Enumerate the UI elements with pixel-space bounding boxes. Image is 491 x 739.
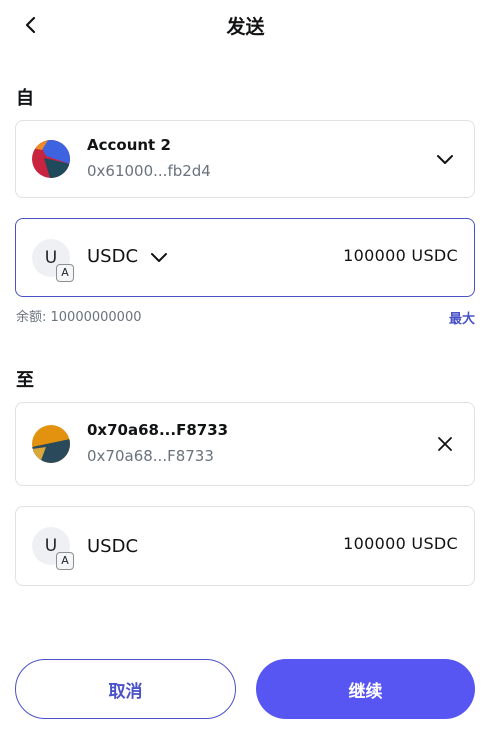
account-address: 0x61000...fb2d4 — [87, 162, 211, 180]
recipient-avatar — [32, 425, 70, 463]
balance-text: 余额: 10000000000 — [16, 310, 142, 325]
clear-recipient-button[interactable] — [432, 431, 458, 457]
amount-input[interactable]: 100000 USDC — [343, 246, 458, 265]
account-avatar — [32, 140, 70, 178]
token-selector-button[interactable] — [146, 244, 172, 270]
recipient-name: 0x70a68...F8733 — [87, 421, 229, 439]
page-title: 发送 — [226, 16, 265, 38]
from-label: 自 — [16, 88, 34, 109]
asset-amount-field[interactable]: U A USDC 100000 USDC — [15, 218, 475, 297]
token-icon: U A — [32, 239, 74, 282]
receive-amount: 100000 USDC — [343, 534, 458, 553]
chevron-down-icon — [437, 155, 453, 164]
receive-network-badge: A — [56, 552, 74, 570]
receive-asset-field: U A USDC 100000 USDC — [15, 506, 475, 586]
account-name: Account 2 — [87, 136, 171, 154]
to-label: 至 — [16, 370, 34, 391]
cancel-button[interactable]: 取消 — [15, 659, 236, 719]
account-dropdown-button[interactable] — [432, 146, 458, 172]
recipient-address: 0x70a68...F8733 — [87, 447, 214, 465]
header: 发送 — [0, 0, 491, 48]
receive-token-symbol: USDC — [87, 536, 139, 557]
recipient-field[interactable]: 0x70a68...F8733 0x70a68...F8733 — [15, 402, 475, 486]
max-button[interactable]: 最大 — [449, 308, 475, 327]
token-symbol: USDC — [87, 246, 139, 267]
chevron-down-icon — [151, 253, 167, 262]
network-badge: A — [56, 264, 74, 282]
receive-token-icon: U A — [32, 527, 74, 570]
close-icon — [438, 437, 452, 451]
continue-button[interactable]: 继续 — [256, 659, 475, 719]
from-account-selector[interactable]: Account 2 0x61000...fb2d4 — [15, 120, 475, 198]
